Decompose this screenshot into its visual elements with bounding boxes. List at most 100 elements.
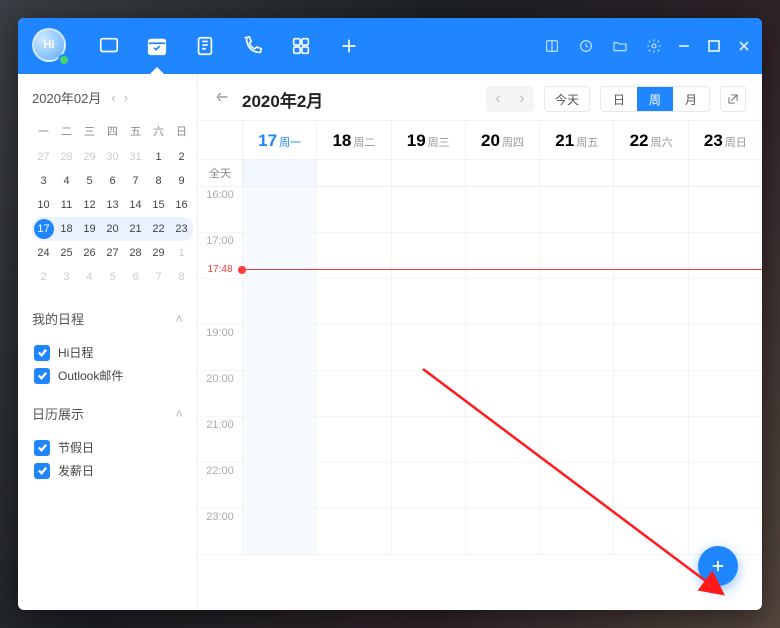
mini-day[interactable]: 1 [147, 145, 170, 169]
time-cell[interactable] [242, 509, 316, 554]
mini-day[interactable]: 27 [32, 145, 55, 169]
allday-cell[interactable] [391, 160, 465, 186]
mini-day[interactable]: 20 [101, 217, 124, 241]
allday-cell[interactable] [316, 160, 390, 186]
calendar-toggle[interactable]: 发薪日 [34, 462, 193, 479]
allday-cell[interactable] [688, 160, 762, 186]
time-cell[interactable] [316, 233, 390, 278]
mini-day[interactable]: 28 [55, 145, 78, 169]
section-my-schedule[interactable]: 我的日程 ˄ [32, 309, 193, 328]
mini-day[interactable]: 4 [78, 265, 101, 289]
time-cell[interactable] [539, 187, 613, 232]
mini-day[interactable]: 8 [147, 169, 170, 193]
mini-day[interactable]: 23 [170, 217, 193, 241]
time-cell[interactable] [539, 417, 613, 462]
time-cell[interactable] [391, 371, 465, 416]
time-cell[interactable] [242, 233, 316, 278]
mini-day[interactable]: 25 [55, 241, 78, 265]
day-header[interactable]: 21周五 [539, 121, 613, 159]
view-week[interactable]: 周 [637, 87, 673, 111]
mini-day[interactable]: 29 [147, 241, 170, 265]
time-cell[interactable] [688, 417, 762, 462]
history-icon[interactable] [578, 38, 594, 54]
time-cell[interactable] [391, 187, 465, 232]
day-header[interactable]: 18周二 [316, 121, 390, 159]
popout-icon[interactable] [720, 86, 746, 112]
chat-icon[interactable] [98, 35, 120, 57]
time-cell[interactable] [242, 187, 316, 232]
calendar-toggle[interactable]: Outlook邮件 [34, 367, 193, 384]
time-cell[interactable] [465, 187, 539, 232]
mini-day[interactable]: 16 [170, 193, 193, 217]
mini-day[interactable]: 4 [55, 169, 78, 193]
time-cell[interactable] [316, 187, 390, 232]
mini-day[interactable]: 1 [170, 241, 193, 265]
time-cell[interactable] [688, 279, 762, 324]
add-icon[interactable] [338, 35, 360, 57]
day-header[interactable]: 22周六 [613, 121, 687, 159]
time-cell[interactable] [391, 463, 465, 508]
time-cell[interactable] [539, 463, 613, 508]
time-cell[interactable] [316, 279, 390, 324]
next-week-button[interactable]: › [510, 86, 534, 112]
mini-next-month[interactable]: › [124, 90, 128, 105]
time-cell[interactable] [613, 371, 687, 416]
time-cell[interactable] [391, 279, 465, 324]
time-cell[interactable] [688, 187, 762, 232]
time-cell[interactable] [465, 371, 539, 416]
mini-day[interactable]: 31 [124, 145, 147, 169]
mini-day[interactable]: 3 [32, 169, 55, 193]
phone-icon[interactable] [242, 35, 264, 57]
time-cell[interactable] [539, 325, 613, 370]
avatar[interactable]: Hi [32, 28, 68, 64]
mini-day[interactable]: 19 [78, 217, 101, 241]
mini-day[interactable]: 8 [170, 265, 193, 289]
time-cell[interactable] [242, 417, 316, 462]
today-button[interactable]: 今天 [544, 86, 590, 112]
time-grid[interactable]: 16:0017:0019:0020:0021:0022:0023:0017:48 [198, 187, 762, 610]
time-cell[interactable] [539, 509, 613, 554]
mini-day[interactable]: 14 [124, 193, 147, 217]
mini-day[interactable]: 15 [147, 193, 170, 217]
mini-day[interactable]: 18 [55, 217, 78, 241]
time-cell[interactable] [316, 509, 390, 554]
allday-cell[interactable] [465, 160, 539, 186]
time-cell[interactable] [613, 233, 687, 278]
time-cell[interactable] [613, 509, 687, 554]
mini-day[interactable]: 11 [55, 193, 78, 217]
prev-week-button[interactable]: ‹ [486, 86, 510, 112]
time-cell[interactable] [316, 417, 390, 462]
time-cell[interactable] [316, 463, 390, 508]
time-cell[interactable] [613, 325, 687, 370]
time-cell[interactable] [465, 417, 539, 462]
time-cell[interactable] [391, 233, 465, 278]
time-cell[interactable] [242, 463, 316, 508]
time-cell[interactable] [465, 233, 539, 278]
mini-day[interactable]: 7 [124, 169, 147, 193]
mini-day[interactable]: 7 [147, 265, 170, 289]
settings-icon[interactable] [646, 38, 662, 54]
time-cell[interactable] [688, 325, 762, 370]
time-cell[interactable] [316, 325, 390, 370]
day-header[interactable]: 19周三 [391, 121, 465, 159]
mini-prev-month[interactable]: ‹ [111, 90, 115, 105]
section-cal-display[interactable]: 日历展示 ˄ [32, 404, 193, 423]
allday-cell[interactable] [539, 160, 613, 186]
view-month[interactable]: 月 [673, 87, 709, 111]
mini-day[interactable]: 30 [101, 145, 124, 169]
time-cell[interactable] [465, 463, 539, 508]
day-header[interactable]: 20周四 [465, 121, 539, 159]
add-event-fab[interactable] [698, 546, 738, 586]
time-cell[interactable] [465, 279, 539, 324]
maximize-button[interactable] [706, 38, 722, 54]
time-cell[interactable] [688, 463, 762, 508]
mini-day[interactable]: 3 [55, 265, 78, 289]
mini-day[interactable]: 22 [147, 217, 170, 241]
mini-day[interactable]: 2 [32, 265, 55, 289]
time-cell[interactable] [613, 279, 687, 324]
mini-day[interactable]: 2 [170, 145, 193, 169]
calendar-toggle[interactable]: 节假日 [34, 439, 193, 456]
time-cell[interactable] [316, 371, 390, 416]
view-day[interactable]: 日 [601, 87, 637, 111]
calendar-icon[interactable] [146, 35, 168, 57]
